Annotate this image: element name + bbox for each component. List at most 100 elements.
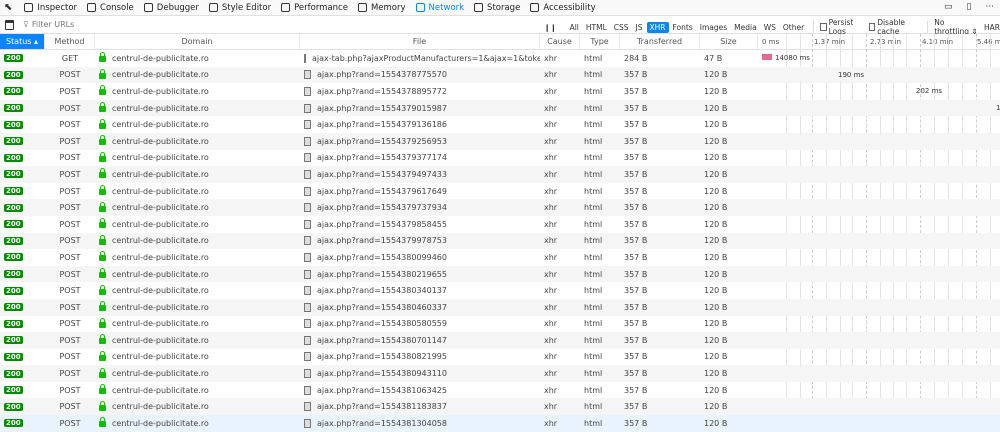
pause-button[interactable]: ❙❙ bbox=[544, 23, 557, 32]
request-row[interactable]: 200 POST centrul-de-publicitate.ro ajax.… bbox=[0, 133, 1000, 150]
lock-icon bbox=[99, 189, 106, 195]
filter-type-js[interactable]: JS bbox=[633, 22, 646, 33]
status-badge: 200 bbox=[4, 104, 23, 112]
col-method[interactable]: Method bbox=[45, 34, 95, 49]
filter-type-other[interactable]: Other bbox=[780, 22, 807, 33]
request-row[interactable]: 200 POST centrul-de-publicitate.ro ajax.… bbox=[0, 233, 1000, 250]
col-status[interactable]: Status ▴ bbox=[0, 34, 45, 49]
cause: xhr bbox=[540, 166, 580, 183]
filter-type-xhr[interactable]: XHR bbox=[647, 22, 669, 33]
col-size[interactable]: Size bbox=[700, 34, 758, 49]
request-row[interactable]: 200 POST centrul-de-publicitate.ro ajax.… bbox=[0, 150, 1000, 167]
file: ajax.php?rand=1554380460337 bbox=[317, 303, 447, 312]
request-row[interactable]: 200 POST centrul-de-publicitate.ro ajax.… bbox=[0, 349, 1000, 366]
dock-icon[interactable]: ▭ bbox=[944, 2, 953, 12]
domain: centrul-de-publicitate.ro bbox=[112, 352, 209, 361]
lock-icon bbox=[99, 355, 106, 361]
request-row[interactable]: 200 POST centrul-de-publicitate.ro ajax.… bbox=[0, 100, 1000, 117]
tab-accessibility[interactable]: Accessibility bbox=[530, 3, 595, 13]
tab-console[interactable]: Console bbox=[87, 3, 134, 13]
request-row[interactable]: 200 POST centrul-de-publicitate.ro ajax.… bbox=[0, 266, 1000, 283]
cause: xhr bbox=[540, 83, 580, 100]
file-icon bbox=[304, 386, 311, 395]
timing-value: 202 ms bbox=[916, 87, 942, 95]
domain: centrul-de-publicitate.ro bbox=[112, 369, 209, 378]
more-menu-button[interactable]: ··· bbox=[985, 2, 994, 12]
file-icon bbox=[304, 336, 311, 345]
request-row[interactable]: 200 POST centrul-de-publicitate.ro ajax.… bbox=[0, 216, 1000, 233]
type: html bbox=[580, 116, 620, 133]
cause: xhr bbox=[540, 116, 580, 133]
domain: centrul-de-publicitate.ro bbox=[112, 120, 209, 129]
request-row[interactable]: 200 POST centrul-de-publicitate.ro ajax.… bbox=[0, 415, 1000, 432]
domain: centrul-de-publicitate.ro bbox=[112, 153, 209, 162]
size: 120 B bbox=[700, 116, 758, 133]
lock-icon bbox=[99, 206, 106, 212]
request-row[interactable]: 200 POST centrul-de-publicitate.ro ajax.… bbox=[0, 83, 1000, 100]
request-row[interactable]: 200 POST centrul-de-publicitate.ro ajax.… bbox=[0, 332, 1000, 349]
filter-type-css[interactable]: CSS bbox=[611, 22, 632, 33]
request-row[interactable]: 200 POST centrul-de-publicitate.ro ajax.… bbox=[0, 382, 1000, 399]
transferred: 357 B bbox=[620, 249, 700, 266]
responsive-icon[interactable]: ▯ bbox=[966, 2, 971, 12]
tab-inspector[interactable]: Inspector bbox=[24, 3, 77, 13]
tab-style-editor[interactable]: Style Editor bbox=[209, 3, 271, 13]
file-icon bbox=[304, 303, 311, 312]
element-picker-icon[interactable]: ⬉ bbox=[4, 2, 12, 13]
filter-type-ws[interactable]: WS bbox=[761, 22, 779, 33]
file: ajax.php?rand=1554378895772 bbox=[317, 87, 447, 96]
request-row[interactable]: 200 POST centrul-de-publicitate.ro ajax.… bbox=[0, 299, 1000, 316]
col-file[interactable]: File bbox=[300, 34, 540, 49]
request-row[interactable]: 200 POST centrul-de-publicitate.ro ajax.… bbox=[0, 365, 1000, 382]
status-badge: 200 bbox=[4, 320, 23, 328]
lock-icon bbox=[99, 388, 106, 394]
tab-debugger[interactable]: Debugger bbox=[144, 3, 199, 13]
filter-type-html[interactable]: HTML bbox=[583, 22, 610, 33]
size: 120 B bbox=[700, 166, 758, 183]
clear-trash-icon[interactable] bbox=[5, 20, 14, 30]
lock-icon bbox=[99, 322, 106, 328]
type: html bbox=[580, 50, 620, 67]
request-row[interactable]: 200 POST centrul-de-publicitate.ro ajax.… bbox=[0, 116, 1000, 133]
col-waterfall[interactable]: 0 ms1.37 min2.73 min4.10 min5.46 min bbox=[758, 34, 1000, 49]
tab-storage[interactable]: Storage bbox=[474, 3, 520, 13]
filter-type-fonts[interactable]: Fonts bbox=[670, 22, 696, 33]
request-row[interactable]: 200 POST centrul-de-publicitate.ro ajax.… bbox=[0, 199, 1000, 216]
size: 120 B bbox=[700, 83, 758, 100]
method: POST bbox=[45, 365, 95, 382]
har-menu[interactable]: HAR bbox=[984, 23, 1000, 32]
size: 120 B bbox=[700, 233, 758, 250]
method: POST bbox=[45, 216, 95, 233]
request-row[interactable]: 200 POST centrul-de-publicitate.ro ajax.… bbox=[0, 398, 1000, 415]
request-row[interactable]: 200 POST centrul-de-publicitate.ro ajax.… bbox=[0, 249, 1000, 266]
cause: xhr bbox=[540, 282, 580, 299]
size: 120 B bbox=[700, 150, 758, 167]
transferred: 357 B bbox=[620, 282, 700, 299]
filter-urls-input[interactable] bbox=[32, 20, 512, 29]
filter-type-images[interactable]: Images bbox=[697, 22, 730, 33]
col-type[interactable]: Type bbox=[580, 34, 620, 49]
filter-type-media[interactable]: Media bbox=[731, 22, 760, 33]
file: ajax.php?rand=1554379256953 bbox=[317, 137, 447, 146]
filter-type-all[interactable]: All bbox=[567, 22, 582, 33]
tab-network[interactable]: Network bbox=[416, 3, 465, 13]
col-cause[interactable]: Cause bbox=[540, 34, 580, 49]
status-badge: 200 bbox=[4, 253, 23, 261]
request-row[interactable]: 200 POST centrul-de-publicitate.ro ajax.… bbox=[0, 282, 1000, 299]
type: html bbox=[580, 316, 620, 333]
request-row[interactable]: 200 POST centrul-de-publicitate.ro ajax.… bbox=[0, 183, 1000, 200]
file: ajax.php?rand=1554380821995 bbox=[317, 352, 447, 361]
request-row[interactable]: 200 POST centrul-de-publicitate.ro ajax.… bbox=[0, 67, 1000, 84]
col-transferred[interactable]: Transferred bbox=[620, 34, 700, 49]
size: 120 B bbox=[700, 100, 758, 117]
status-badge: 200 bbox=[4, 154, 23, 162]
file-icon bbox=[304, 70, 311, 79]
request-row[interactable]: 200 GET centrul-de-publicitate.ro ajax-t… bbox=[0, 50, 1000, 67]
tab-performance[interactable]: Performance bbox=[281, 3, 348, 13]
col-domain[interactable]: Domain bbox=[95, 34, 300, 49]
timing-value: 190 ms bbox=[838, 71, 864, 79]
request-row[interactable]: 200 POST centrul-de-publicitate.ro ajax.… bbox=[0, 316, 1000, 333]
request-row[interactable]: 200 POST centrul-de-publicitate.ro ajax.… bbox=[0, 166, 1000, 183]
tab-memory[interactable]: Memory bbox=[358, 3, 406, 13]
lock-icon bbox=[99, 222, 106, 228]
